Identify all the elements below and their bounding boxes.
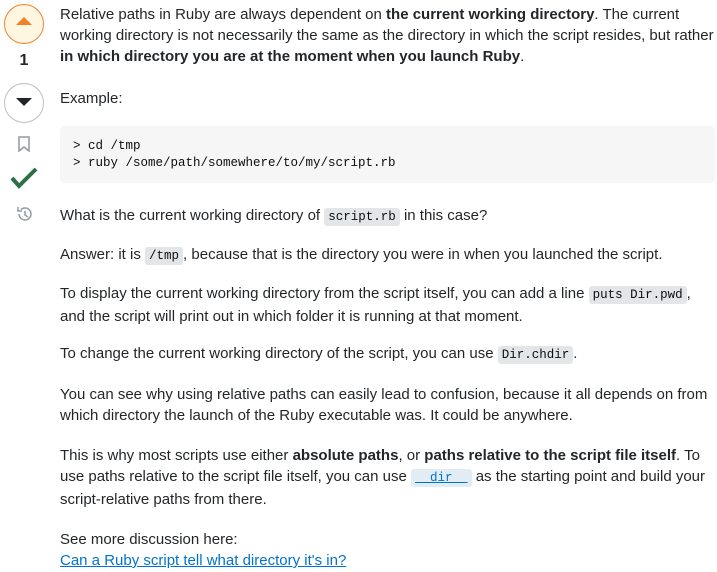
answer-paragraph: Answer: it is /tmp, because that is the … — [60, 246, 663, 265]
display-paragraph: To display the current working directory… — [60, 285, 691, 325]
inline-code: /tmp — [145, 247, 184, 265]
code-block: > cd /tmp > ruby /some/path/somewhere/to/… — [60, 126, 715, 183]
bookmark-button[interactable] — [14, 135, 34, 157]
inline-code: script.rb — [324, 208, 400, 226]
related-question-link[interactable]: Can a Ruby script tell what directory it… — [60, 550, 346, 571]
vote-score: 1 — [19, 52, 29, 69]
see-more-text: See more discussion here: — [60, 531, 238, 548]
accepted-answer-indicator — [10, 166, 38, 194]
downvote-button[interactable] — [4, 83, 44, 123]
caret-down-icon — [15, 92, 33, 115]
confusion-paragraph: You can see why using relative paths can… — [60, 386, 708, 424]
why-paragraph: This is why most scripts use either abso… — [60, 447, 706, 508]
bookmark-icon — [17, 135, 31, 157]
code-line: > cd /tmp — [73, 139, 141, 153]
upvote-button[interactable] — [4, 4, 44, 44]
timeline-button[interactable] — [13, 205, 35, 227]
example-label: Example: — [60, 90, 123, 107]
change-paragraph: To change the current working directory … — [60, 345, 578, 364]
inline-code: puts Dir.pwd — [588, 286, 687, 304]
inline-code: Dir.chdir — [497, 346, 574, 364]
history-icon — [15, 205, 33, 228]
caret-up-icon — [15, 13, 33, 36]
code-line: > ruby /some/path/somewhere/to/my/script… — [73, 155, 396, 170]
checkmark-icon — [10, 166, 38, 195]
intro-paragraph: Relative paths in Ruby are always depend… — [60, 6, 714, 65]
dir-code-link[interactable]: __dir__ — [411, 469, 472, 487]
question-paragraph: What is the current working directory of… — [60, 207, 488, 226]
